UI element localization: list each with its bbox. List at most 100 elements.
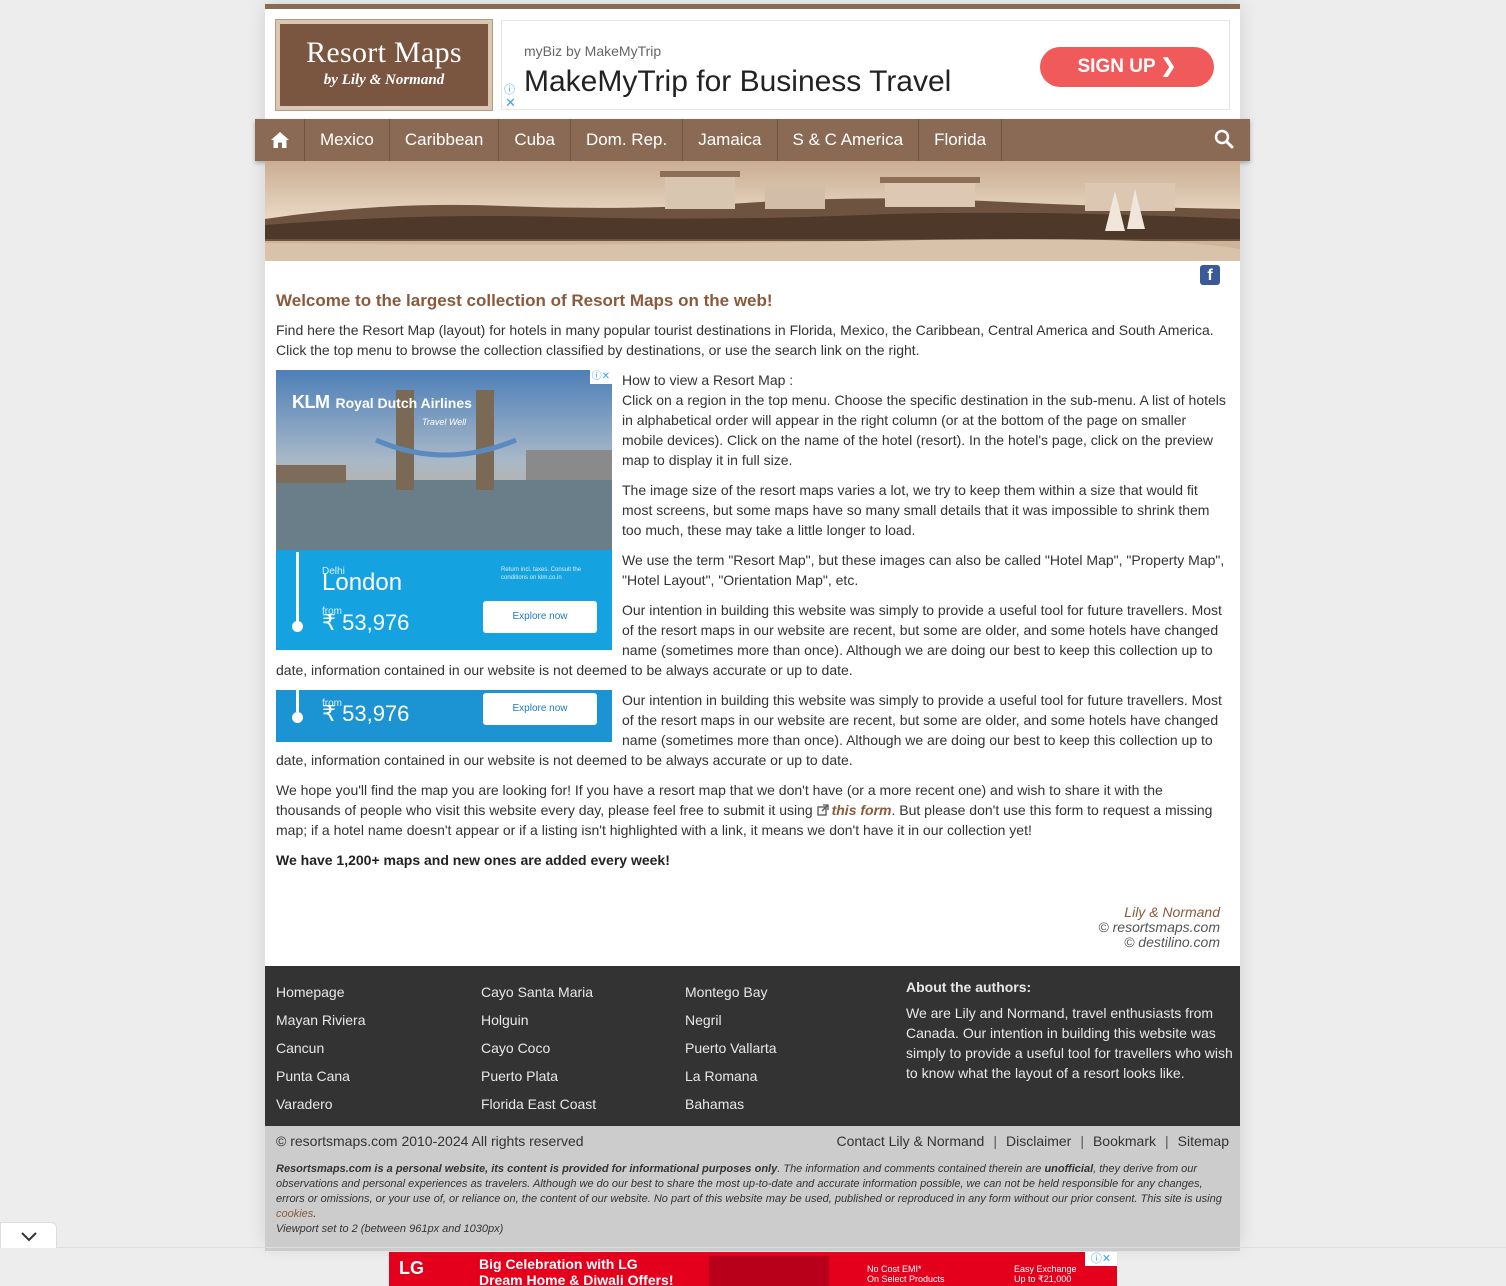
page-container: Resort Maps by Lily & Normand myBiz by M… [255,4,1250,1251]
destination-city: London [322,569,403,596]
hope-paragraph: We hope you'll find the map you are look… [276,780,1228,840]
home-icon [270,132,289,148]
klm-advertisement-strip[interactable]: from ₹ 53,976 Explore now [276,690,612,742]
cookies-link[interactable]: cookies [276,1208,313,1220]
page-title: Welcome to the largest collection of Res… [276,291,773,310]
nav-item-cuba[interactable]: Cuba [499,119,571,161]
footer-link[interactable]: Negril [685,1012,777,1040]
price: ₹ 53,976 [322,701,410,726]
lg-product-image [709,1256,829,1286]
ad-terms: Return incl. taxes. Consult the conditio… [501,567,582,581]
legal-bold: Resortsmaps.com is a personal website, i… [276,1163,778,1175]
nav-home[interactable] [255,119,305,161]
map-count: We have 1,200+ maps and new ones are add… [276,852,670,868]
signature: Lily & Normand © resortsmaps.com © desti… [1098,905,1220,950]
contact-link[interactable]: Contact Lily & Normand [837,1133,985,1149]
footer-link[interactable]: La Romana [685,1068,777,1096]
lg-emi2: On Select Products [867,1274,945,1284]
nav-item-florida[interactable]: Florida [919,119,1003,161]
signature-names: Lily & Normand [1124,904,1220,920]
nav-item-sc-america[interactable]: S & C America [778,119,920,161]
klm-advertisement[interactable]: KLM Royal Dutch Airlines Travel Well ⓘ✕ D… [276,370,612,650]
footer-link[interactable]: Bahamas [685,1096,777,1124]
external-link-icon [816,804,829,816]
facebook-icon[interactable]: f [1200,265,1220,285]
submit-form-link[interactable]: this form [832,802,892,818]
lg-line2: Dream Home & Diwali Offers! [479,1272,674,1286]
lg-emi: No Cost EMI* On Select Products [867,1264,945,1284]
explore-now-button[interactable]: Explore now [483,601,597,633]
route-line [296,552,299,624]
footer-link[interactable]: Holguin [481,1012,596,1040]
nav-search[interactable] [1214,129,1234,154]
signup-button[interactable]: SIGN UP ❯ [1040,47,1214,87]
footer-link[interactable]: Cayo Coco [481,1040,596,1068]
copyright: © resortsmaps.com 2010-2024 All rights r… [276,1133,584,1149]
lg-logo: LG [399,1258,424,1278]
sitemap-link[interactable]: Sitemap [1178,1133,1229,1149]
viewport-info: Viewport set to 2 (between 961px and 103… [276,1223,504,1235]
lg-emi1: No Cost EMI* [867,1264,922,1274]
lg-exchange: Easy Exchange Up to ₹21,000 [1014,1264,1077,1284]
lg-ex1: Easy Exchange [1014,1264,1077,1274]
footer-link[interactable]: Cancun [276,1040,365,1068]
footer-link[interactable]: Mayan Riviera [276,1012,365,1040]
footer-link[interactable]: Cayo Santa Maria [481,984,596,1012]
footer-link[interactable]: Punta Cana [276,1068,365,1096]
legal-text: . [313,1208,317,1220]
footer-legal-bar: © resortsmaps.com 2010-2024 All rights r… [265,1126,1240,1251]
legal-notice: Resortsmaps.com is a personal website, i… [276,1162,1226,1237]
about-text: We are Lily and Normand, travel enthusia… [906,1005,1233,1081]
ad-choices-icon[interactable]: ⓘ✕ [589,370,612,384]
route-line [296,690,299,712]
footer-link[interactable]: Montego Bay [685,984,777,1012]
route-dot [292,712,303,723]
footer-link[interactable]: Puerto Vallarta [685,1040,777,1068]
klm-airline: Royal Dutch Airlines [335,395,472,411]
footer-link[interactable]: Homepage [276,984,365,1012]
about-title: About the authors: [906,979,1032,995]
footer-column-2: Cayo Santa Maria Holguin Cayo Coco Puert… [481,984,596,1124]
nav-item-mexico[interactable]: Mexico [305,119,390,161]
logo-title: Resort Maps [306,36,462,69]
ad-headline[interactable]: MakeMyTrip for Business Travel [524,65,951,99]
top-advertisement[interactable]: myBiz by MakeMyTrip MakeMyTrip for Busin… [501,20,1230,110]
legal-unofficial: unofficial [1044,1163,1094,1175]
search-icon [1214,129,1234,149]
ad-close-icon[interactable]: ✕ [505,95,516,111]
collapse-toggle[interactable] [0,1222,57,1248]
footer: Homepage Mayan Riviera Cancun Punta Cana… [265,966,1240,1126]
footer-link[interactable]: Varadero [276,1096,365,1124]
nav-item-caribbean[interactable]: Caribbean [390,119,500,161]
main-content: Welcome to the largest collection of Res… [276,291,1228,880]
lg-ex2: Up to ₹21,000 [1014,1274,1072,1284]
bookmark-link[interactable]: Bookmark [1093,1133,1156,1149]
footer-column-3: Montego Bay Negril Puerto Vallarta La Ro… [685,984,777,1124]
nav-item-jamaica[interactable]: Jamaica [683,119,778,161]
chevron-down-icon [21,1232,37,1242]
about-authors: About the authors: We are Lily and Norma… [906,977,1236,1083]
price: ₹ 53,976 [322,610,410,635]
site-logo[interactable]: Resort Maps by Lily & Normand [275,19,493,111]
nav-item-dom-rep[interactable]: Dom. Rep. [571,119,684,161]
disclaimer-link[interactable]: Disclaimer [1006,1133,1071,1149]
footer-links: Contact Lily & Normand | Disclaimer | Bookma… [836,1133,1230,1149]
explore-now-button[interactable]: Explore now [483,693,597,725]
divider [0,1247,1506,1248]
signature-site1[interactable]: © resortsmaps.com [1098,920,1220,935]
signature-site2[interactable]: © destilino.com [1098,935,1220,950]
route-dot [292,621,303,632]
footer-link[interactable]: Puerto Plata [481,1068,596,1096]
intro-paragraph: Find here the Resort Map (layout) for ho… [276,322,1214,358]
lg-headline: Big Celebration with LG Dream Home & Diw… [479,1256,674,1286]
footer-link[interactable]: Florida East Coast [481,1096,596,1124]
logo-subtitle: by Lily & Normand [323,72,445,88]
header-banner-image [265,161,1240,261]
main-navigation: Mexico Caribbean Cuba Dom. Rep. Jamaica … [255,119,1250,161]
klm-logo: KLM Royal Dutch Airlines Travel Well [292,392,472,427]
klm-brand: KLM [292,392,330,412]
klm-tagline: Travel Well [422,417,467,427]
ad-close-icon[interactable]: ⓘ✕ [1085,1252,1117,1266]
bottom-advertisement[interactable]: LG Big Celebration with LG Dream Home & … [389,1252,1117,1286]
ad-sponsor: myBiz by MakeMyTrip [524,43,662,59]
